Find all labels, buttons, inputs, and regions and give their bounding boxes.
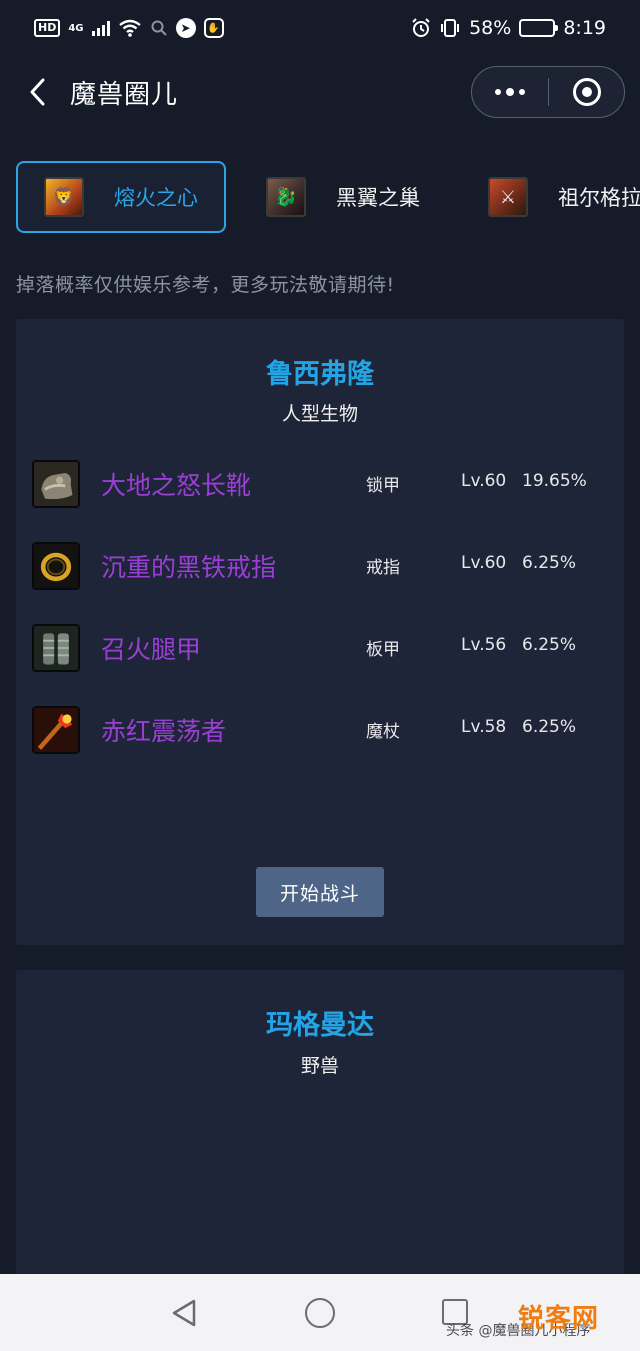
vibrate-icon [441,19,460,37]
item-drop-rate: 19.65% [522,471,587,491]
item-name: 赤红震荡者 [101,717,227,746]
network-type: 4G [68,22,84,34]
system-nav-bar: 头条 @魔兽圈儿小程序 锐客网 [0,1274,640,1351]
item-slot: 板甲 [366,640,400,660]
battery-icon [519,19,559,37]
item-drop-rate: 6.25% [522,717,577,737]
leg-armor-icon [32,624,80,672]
item-drop-rate: 6.25% [522,635,577,655]
loot-row[interactable]: 召火腿甲 板甲 Lv.56 6.25% [16,618,624,678]
loot-row[interactable]: 沉重的黑铁戒指 戒指 Lv.60 6.25% [16,536,624,596]
boss-name: 玛格曼达 [266,1010,374,1041]
tab-label: 黑翼之巢 [336,186,420,210]
shield-notification-icon: ✋ [203,18,224,38]
item-level: Lv.56 [461,635,507,655]
hd-badge: HD [34,19,61,37]
boss-card: 鲁西弗隆 人型生物 大地之怒长靴 锁甲 Lv.60 19.65% 沉重的黑铁戒指… [16,319,624,945]
search-status-icon [151,20,167,36]
item-slot: 锁甲 [366,476,400,496]
app-notification-icon: ➤ [175,18,196,38]
molten-core-icon: 🦁 [44,177,84,217]
boss-type: 野兽 [300,1055,339,1077]
tab-zulgurub[interactable]: ⚔ 祖尔格拉 [488,161,640,233]
watermark-logo: 锐客网 [518,1304,600,1334]
boots-icon [32,460,80,508]
target-icon [572,78,601,106]
wifi-icon [118,19,141,37]
back-button[interactable] [18,72,58,112]
wand-icon [32,706,80,754]
page-title: 魔兽圈儿 [70,80,179,110]
nav-bar: 魔兽圈儿 [0,60,640,124]
item-name: 大地之怒长靴 [101,471,252,500]
boss-name: 鲁西弗隆 [266,359,374,390]
drop-rate-notice: 掉落概率仅供娱乐参考，更多玩法敬请期待! [16,274,395,296]
tab-molten-core[interactable]: 🦁 熔火之心 [16,161,226,233]
zulgurub-icon: ⚔ [488,177,528,217]
boss-card: 玛格曼达 野兽 [16,970,624,1280]
item-level: Lv.60 [461,553,507,573]
item-slot: 魔杖 [366,722,400,742]
nav-home-icon[interactable] [305,1298,335,1328]
status-left: HD 4G ➤ ✋ [34,18,224,38]
status-right: 58% 8:19 [411,17,606,39]
raid-tabs: 🦁 熔火之心 🐉 黑翼之巢 ⚔ 祖尔格拉 [16,161,640,233]
ring-icon [32,542,80,590]
loot-row[interactable]: 大地之怒长靴 锁甲 Lv.60 19.65% [16,454,624,514]
signal-icon [91,20,110,36]
item-slot: 戒指 [366,558,400,578]
blackwing-lair-icon: 🐉 [266,177,306,217]
item-level: Lv.58 [461,717,507,737]
battery-percent: 58% [469,17,512,39]
alarm-icon [412,18,430,37]
start-battle-button[interactable]: 开始战斗 [256,867,384,917]
item-name: 沉重的黑铁戒指 [101,553,277,582]
item-name: 召火腿甲 [101,635,202,664]
loot-row[interactable]: 赤红震荡者 魔杖 Lv.58 6.25% [16,700,624,760]
tab-label: 熔火之心 [114,186,198,210]
status-bar: HD 4G ➤ ✋ 58% 8:19 [0,0,640,56]
tab-label: 祖尔格拉 [558,186,640,210]
miniprogram-capsule [471,66,625,118]
chevron-left-icon [30,78,45,106]
boss-type: 人型生物 [281,403,358,425]
tab-blackwing-lair[interactable]: 🐉 黑翼之巢 [266,161,466,233]
close-miniprogram-button[interactable] [549,67,624,117]
more-button[interactable] [472,67,548,117]
nav-back-icon[interactable] [170,1298,198,1328]
clock-time: 8:19 [563,17,606,39]
item-drop-rate: 6.25% [522,553,577,573]
item-level: Lv.60 [461,471,507,491]
